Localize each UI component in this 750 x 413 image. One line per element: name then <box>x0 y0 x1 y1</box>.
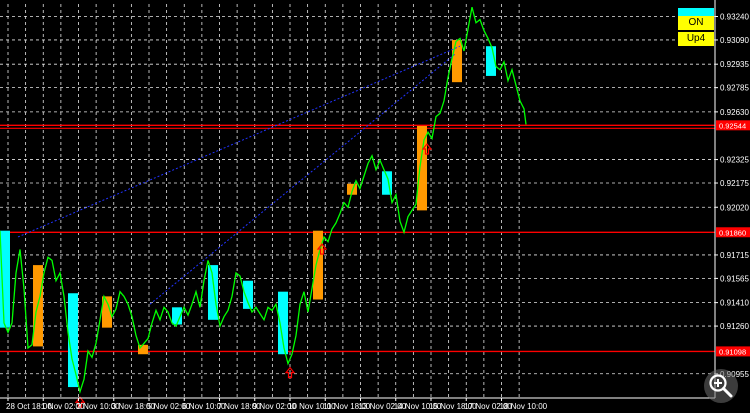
y-tick-label: 0.93240 <box>720 13 749 22</box>
y-tick-label: 0.92630 <box>720 108 749 117</box>
y-tick-label: 0.92325 <box>720 156 749 165</box>
y-tick-label: 0.91565 <box>720 274 749 283</box>
y-tick-label: 0.91410 <box>720 299 749 308</box>
trend-line <box>149 53 456 305</box>
price-chart[interactable]: 0.93240 0.93090 0.92935 0.92785 0.92630 0.923… <box>0 0 750 413</box>
order-blocks <box>0 39 496 388</box>
y-tick-label: 0.92020 <box>720 203 749 212</box>
x-tick-label: 18 Nov 10:00 <box>500 402 548 411</box>
y-tick-label: 0.91715 <box>720 251 749 260</box>
y-tick-label: 0.92785 <box>720 84 749 93</box>
on-button[interactable]: ON <box>678 16 714 30</box>
bear-block <box>417 125 427 211</box>
y-tick-label: 0.92175 <box>720 179 749 188</box>
level-label: 0.92544 <box>719 121 746 130</box>
trend-line <box>17 45 461 238</box>
zoom-in-icon <box>709 374 733 398</box>
trend-lines <box>17 45 461 305</box>
axes: 0.93240 0.93090 0.92935 0.92785 0.92630 0.923… <box>0 0 750 411</box>
y-tick-label: 0.91260 <box>720 322 749 331</box>
bear-block <box>313 230 323 300</box>
up4-button[interactable]: Up4 <box>678 32 714 46</box>
y-tick-label: 0.92935 <box>720 60 749 69</box>
bull-block <box>208 265 218 320</box>
level-label: 0.91098 <box>719 347 746 356</box>
level-label: 0.91860 <box>719 228 746 237</box>
zoom-in-button[interactable] <box>704 369 738 403</box>
chart-grid <box>0 4 715 398</box>
y-tick-label: 0.93090 <box>720 36 749 45</box>
panel-top-button[interactable] <box>678 8 714 16</box>
bear-block <box>452 39 462 83</box>
